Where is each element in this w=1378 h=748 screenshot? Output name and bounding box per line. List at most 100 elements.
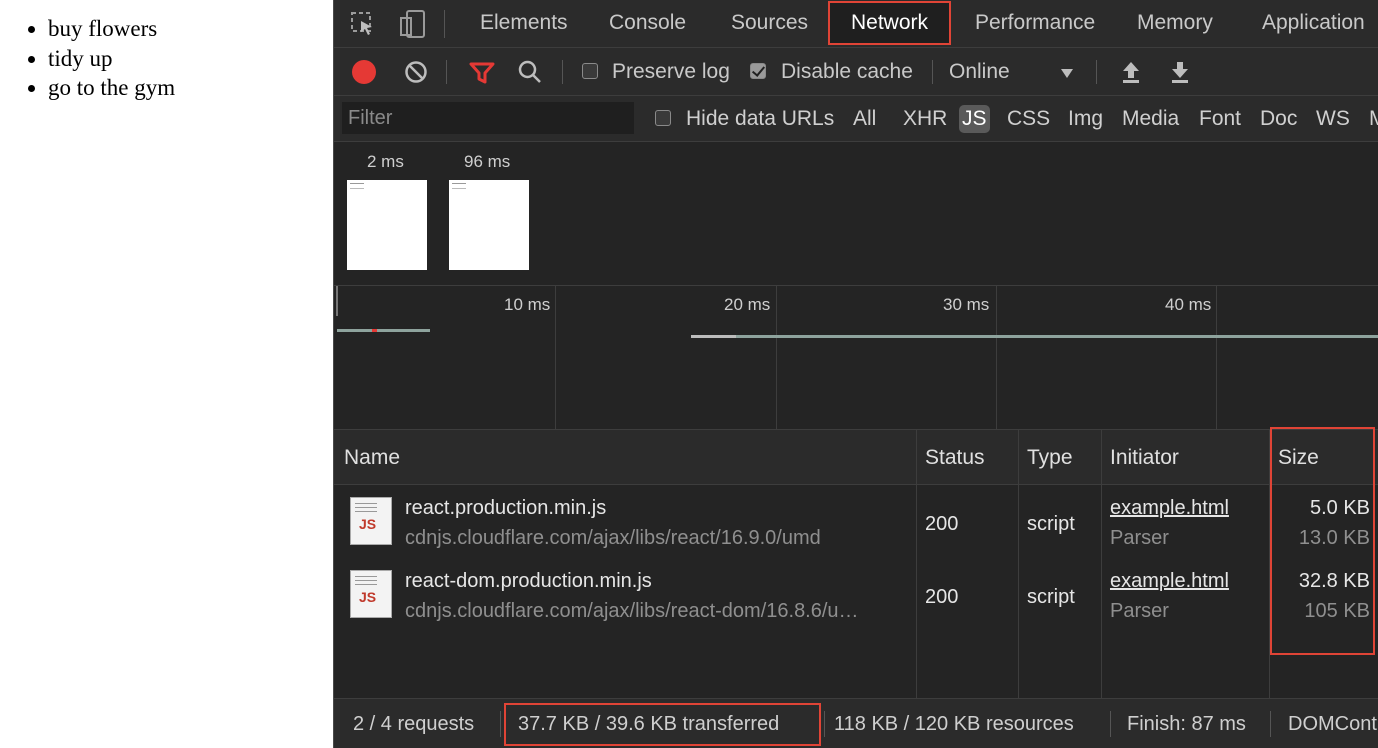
device-toolbar-icon[interactable]	[398, 9, 428, 39]
divider	[824, 711, 825, 737]
request-status: 200	[925, 586, 959, 608]
request-name[interactable]: react.production.min.js	[405, 497, 606, 520]
tab-sources[interactable]: Sources	[731, 0, 808, 46]
divider	[1270, 711, 1271, 737]
screenshots-strip: 2 ms 96 ms	[334, 142, 1378, 286]
request-path: cdnjs.cloudflare.com/ajax/libs/react-dom…	[405, 600, 859, 622]
divider	[446, 60, 447, 84]
disable-cache-checkbox[interactable]	[750, 63, 766, 79]
status-bar: 2 / 4 requests 37.7 KB / 39.6 KB transfe…	[334, 698, 1378, 748]
page-content: buy flowers tidy up go to the gym	[0, 0, 333, 748]
tab-elements[interactable]: Elements	[480, 0, 568, 46]
filter-type-xhr[interactable]: XHR	[903, 96, 947, 142]
divider	[562, 60, 563, 84]
filter-type-media[interactable]: Media	[1122, 96, 1179, 142]
filter-type-ws[interactable]: WS	[1316, 96, 1350, 142]
request-path: cdnjs.cloudflare.com/ajax/libs/react/16.…	[405, 527, 821, 549]
timeline-tick-label: 40 ms	[1165, 295, 1212, 314]
divider	[1110, 711, 1111, 737]
screenshot-time: 96 ms	[464, 152, 511, 171]
column-header-status[interactable]: Status	[925, 430, 985, 485]
timeline-tick-label: 20 ms	[724, 295, 771, 314]
divider	[1096, 60, 1097, 84]
filter-type-css[interactable]: CSS	[1007, 96, 1050, 142]
todo-list: buy flowers tidy up go to the gym	[48, 14, 175, 103]
network-toolbar: Preserve log Disable cache Online	[334, 48, 1378, 96]
initiator-type: Parser	[1110, 527, 1169, 549]
export-har-icon[interactable]	[1170, 60, 1190, 84]
initiator-type: Parser	[1110, 600, 1169, 622]
screenshot-thumbnail[interactable]	[347, 180, 427, 270]
timeline-tick-label: 30 ms	[943, 295, 990, 314]
request-status: 200	[925, 513, 959, 535]
timeline-gridline	[555, 286, 556, 430]
table-row[interactable]: JS react-dom.production.min.js cdnjs.clo…	[334, 558, 1378, 631]
list-item: go to the gym	[48, 73, 175, 103]
filter-type-all[interactable]: All	[853, 96, 876, 142]
hide-data-urls-label[interactable]: Hide data URLs	[686, 96, 834, 142]
filter-type-js[interactable]: JS	[959, 105, 990, 133]
request-name[interactable]: react-dom.production.min.js	[405, 570, 652, 593]
table-row[interactable]: JS react.production.min.js cdnjs.cloudfl…	[334, 485, 1378, 558]
screenshot-thumbnail[interactable]	[449, 180, 529, 270]
column-header-initiator[interactable]: Initiator	[1110, 430, 1179, 485]
tab-network[interactable]: Network	[828, 1, 952, 45]
resources-size: 118 KB / 120 KB resources	[834, 713, 1074, 735]
initiator-link[interactable]: example.html	[1110, 497, 1229, 520]
js-file-icon: JS	[350, 497, 392, 545]
filter-bar: Hide data URLs All XHR JS CSS Img Media …	[334, 96, 1378, 142]
hide-data-urls-checkbox[interactable]	[655, 110, 671, 126]
record-icon[interactable]	[352, 60, 376, 84]
column-header-type[interactable]: Type	[1027, 430, 1073, 485]
list-item: buy flowers	[48, 14, 175, 44]
devtools-panel: Elements Console Sources Network Perform…	[333, 0, 1378, 748]
timeline-tick-label: 10 ms	[504, 295, 551, 314]
chevron-down-icon[interactable]	[1061, 66, 1073, 84]
filter-type-doc[interactable]: Doc	[1260, 96, 1297, 142]
divider	[932, 60, 933, 84]
throttling-select[interactable]: Online	[949, 48, 1010, 96]
inspect-element-icon[interactable]	[350, 11, 376, 37]
timeline-gridline	[996, 286, 997, 430]
size-column-highlight	[1270, 427, 1375, 655]
filter-type-img[interactable]: Img	[1068, 96, 1103, 142]
column-header-name[interactable]: Name	[344, 430, 400, 485]
request-type: script	[1027, 513, 1075, 535]
preserve-log-checkbox[interactable]	[582, 63, 598, 79]
finish-time: Finish: 87 ms	[1127, 713, 1246, 735]
timeline-bar-waiting	[691, 335, 736, 338]
domcontentloaded-time: DOMCont	[1288, 713, 1377, 735]
table-header: Name Status Type Initiator Size	[334, 430, 1378, 485]
clear-icon[interactable]	[404, 60, 428, 84]
screenshot-time: 2 ms	[367, 152, 404, 171]
timeline-handle[interactable]	[336, 286, 338, 316]
js-file-icon: JS	[350, 570, 392, 618]
transferred-highlight	[504, 703, 821, 746]
tab-performance[interactable]: Performance	[975, 0, 1095, 46]
request-count: 2 / 4 requests	[353, 713, 475, 735]
tab-console[interactable]: Console	[609, 0, 686, 46]
search-icon[interactable]	[517, 59, 543, 85]
preserve-log-label[interactable]: Preserve log	[612, 48, 730, 96]
devtools-tab-bar: Elements Console Sources Network Perform…	[334, 0, 1378, 48]
divider	[500, 711, 501, 737]
timeline-gridline	[1216, 286, 1217, 430]
timeline-gridline	[776, 286, 777, 430]
filter-icon[interactable]	[469, 60, 495, 86]
filter-input[interactable]	[342, 102, 634, 134]
timeline-overview[interactable]: 10 ms 20 ms 30 ms 40 ms	[334, 286, 1378, 430]
list-item: tidy up	[48, 44, 175, 74]
initiator-link[interactable]: example.html	[1110, 570, 1229, 593]
tab-application[interactable]: Application	[1262, 0, 1365, 46]
disable-cache-label[interactable]: Disable cache	[781, 48, 913, 96]
filter-type-font[interactable]: Font	[1199, 96, 1241, 142]
request-type: script	[1027, 586, 1075, 608]
tab-memory[interactable]: Memory	[1137, 0, 1213, 46]
timeline-bar-marker	[372, 329, 377, 332]
filter-type-manifest[interactable]: M	[1369, 96, 1378, 142]
import-har-icon[interactable]	[1121, 60, 1141, 84]
divider	[444, 10, 445, 38]
timeline-bar	[337, 329, 430, 332]
timeline-bar	[691, 335, 1378, 338]
requests-table: Name Status Type Initiator Size JS react…	[334, 427, 1378, 698]
